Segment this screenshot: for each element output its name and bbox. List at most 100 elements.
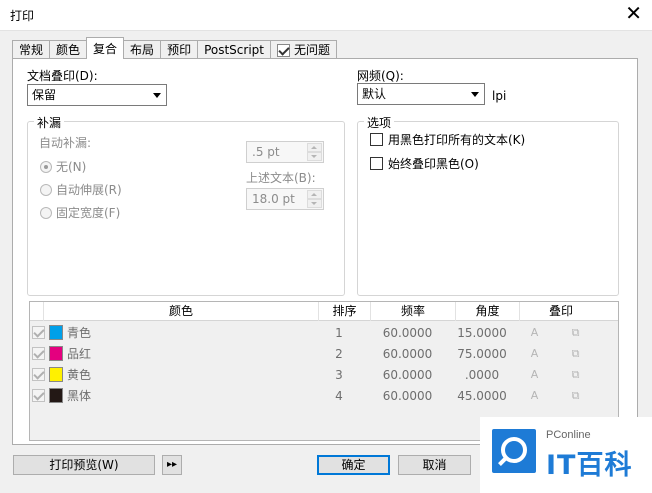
frequency-cell: 60.0000 [382, 367, 433, 382]
screen-unit: lpi [492, 89, 507, 103]
tab-label: 常规 [19, 43, 44, 57]
color-swatch [49, 388, 63, 403]
above-text-spinner[interactable]: 18.0 pt [246, 188, 324, 210]
tab-prepress[interactable]: 预印 [160, 40, 199, 59]
overprint-label: 文档叠印(D): [27, 69, 98, 83]
ok-button[interactable]: 确定 [317, 455, 390, 475]
spin-down-icon[interactable] [307, 199, 322, 208]
trap-option-auto-spread[interactable]: 自动伸展(R) [40, 181, 122, 198]
table-body: 青色 1 60.0000 15.0000 A ⧉ 品红 2 60.0000 75… [30, 322, 618, 406]
expand-preview-button[interactable]: ▸▸ [162, 455, 182, 475]
overprint-graphic-icon[interactable]: ⧉ [570, 389, 582, 402]
watermark-big-text: IT百科 [546, 450, 633, 481]
frequency-cell: 60.0000 [382, 325, 433, 340]
table-row[interactable]: 青色 1 60.0000 15.0000 A ⧉ [30, 322, 618, 343]
print-preview-button[interactable]: 打印预览(W) [13, 455, 155, 475]
chevron-down-icon [153, 93, 161, 98]
overprint-text-icon[interactable]: A [529, 368, 541, 381]
tab-label: 布局 [130, 43, 155, 57]
checkbox-label: 始终叠印黑色(O) [388, 157, 479, 171]
chevron-down-icon [471, 92, 479, 97]
screen-select[interactable]: 默认 [357, 83, 485, 105]
checkbox-icon [370, 157, 383, 170]
cancel-button[interactable]: 取消 [398, 455, 471, 475]
table-row[interactable]: 品红 2 60.0000 75.0000 A ⧉ [30, 343, 618, 364]
tab-label: 无问题 [294, 43, 331, 57]
table-row[interactable]: 黑体 4 60.0000 45.0000 A ⧉ [30, 385, 618, 406]
row-checkbox[interactable] [32, 326, 45, 339]
overprint-text-icon[interactable]: A [529, 389, 541, 402]
header-angle[interactable]: 角度 [456, 302, 520, 321]
options-legend: 选项 [364, 114, 395, 131]
row-checkbox[interactable] [32, 368, 45, 381]
watermark-logo: PConline IT百科 [480, 417, 652, 493]
overprint-text-icon[interactable]: A [529, 326, 541, 339]
above-text-value: 18.0 pt [252, 192, 295, 206]
tab-bar: 常规 颜色 复合 布局 预印 PostScript 无问题 [12, 37, 338, 59]
above-text-label: 上述文本(B): [246, 171, 316, 185]
row-checkbox[interactable] [32, 347, 45, 360]
color-swatch [49, 367, 63, 382]
order-cell: 3 [335, 367, 343, 382]
order-cell: 4 [335, 388, 343, 403]
trap-option-label: 固定宽度(F) [56, 206, 121, 220]
overprint-graphic-icon[interactable]: ⧉ [570, 368, 582, 381]
tab-label: 预印 [167, 43, 192, 57]
header-color[interactable]: 颜色 [44, 302, 319, 321]
tab-composite[interactable]: 复合 [86, 37, 125, 59]
screen-label: 网频(Q): [357, 69, 404, 83]
frequency-cell: 60.0000 [382, 346, 433, 361]
header-overprint[interactable]: 叠印 [520, 302, 602, 321]
trap-option-label: 自动伸展(R) [56, 183, 122, 197]
trap-group: 补漏 自动补漏: 无(N) 自动伸展(R) 固定宽度(F) .5 pt 上述文本… [27, 114, 345, 296]
trap-width-value: .5 pt [252, 145, 280, 159]
overprint-value: 保留 [32, 88, 57, 102]
tab-label: 颜色 [56, 43, 81, 57]
trap-option-fixed-width[interactable]: 固定宽度(F) [40, 204, 120, 221]
tab-layout[interactable]: 布局 [123, 40, 162, 59]
trap-width-spinner[interactable]: .5 pt [246, 141, 324, 163]
trap-option-none[interactable]: 无(N) [40, 158, 86, 175]
angle-cell: 45.0000 [457, 388, 507, 403]
tab-general[interactable]: 常规 [12, 40, 51, 59]
spin-up-icon[interactable] [307, 143, 322, 152]
row-checkbox[interactable] [32, 389, 45, 402]
angle-cell: 15.0000 [457, 325, 507, 340]
screen-value: 默认 [362, 87, 387, 101]
always-overprint-black-checkbox[interactable]: 始终叠印黑色(O) [370, 155, 479, 172]
spin-up-icon[interactable] [307, 190, 322, 199]
window-title: 打印 [10, 9, 35, 23]
color-swatch [49, 346, 63, 361]
tab-no-issues[interactable]: 无问题 [270, 40, 338, 59]
overprint-graphic-icon[interactable]: ⧉ [570, 347, 582, 360]
header-corner [30, 302, 44, 321]
trap-legend: 补漏 [34, 114, 65, 131]
auto-trap-label: 自动补漏: [39, 136, 92, 150]
composite-panel: 文档叠印(D): 保留 网频(Q): 默认 lpi 补漏 自动补漏: 无(N) … [12, 58, 638, 445]
pconline-logo-icon [492, 429, 536, 473]
overprint-select[interactable]: 保留 [27, 84, 167, 106]
trap-option-label: 无(N) [56, 160, 87, 174]
overprint-graphic-icon[interactable]: ⧉ [570, 326, 582, 339]
order-cell: 2 [335, 346, 343, 361]
close-icon[interactable]: ✕ [625, 2, 642, 24]
overprint-text-icon[interactable]: A [529, 347, 541, 360]
print-text-black-checkbox[interactable]: 用黑色打印所有的文本(K) [370, 131, 525, 148]
radio-selected-icon [40, 160, 52, 173]
header-order[interactable]: 排序 [319, 302, 371, 321]
tab-postscript[interactable]: PostScript [197, 40, 271, 59]
color-name: 黑体 [67, 389, 92, 403]
title-bar: 打印 ✕ [0, 0, 652, 30]
color-name: 黄色 [67, 368, 92, 382]
tab-label: 复合 [93, 41, 118, 56]
table-row[interactable]: 黄色 3 60.0000 .0000 A ⧉ [30, 364, 618, 385]
checkbox-icon [370, 133, 383, 146]
color-name: 青色 [67, 326, 92, 340]
table-header: 颜色 排序 频率 角度 叠印 [30, 302, 618, 321]
tab-color[interactable]: 颜色 [49, 40, 88, 59]
frequency-cell: 60.0000 [382, 388, 433, 403]
radio-icon [40, 206, 52, 219]
header-frequency[interactable]: 频率 [371, 302, 456, 321]
double-arrow-icon: ▸▸ [166, 459, 178, 470]
spin-down-icon[interactable] [307, 152, 322, 161]
